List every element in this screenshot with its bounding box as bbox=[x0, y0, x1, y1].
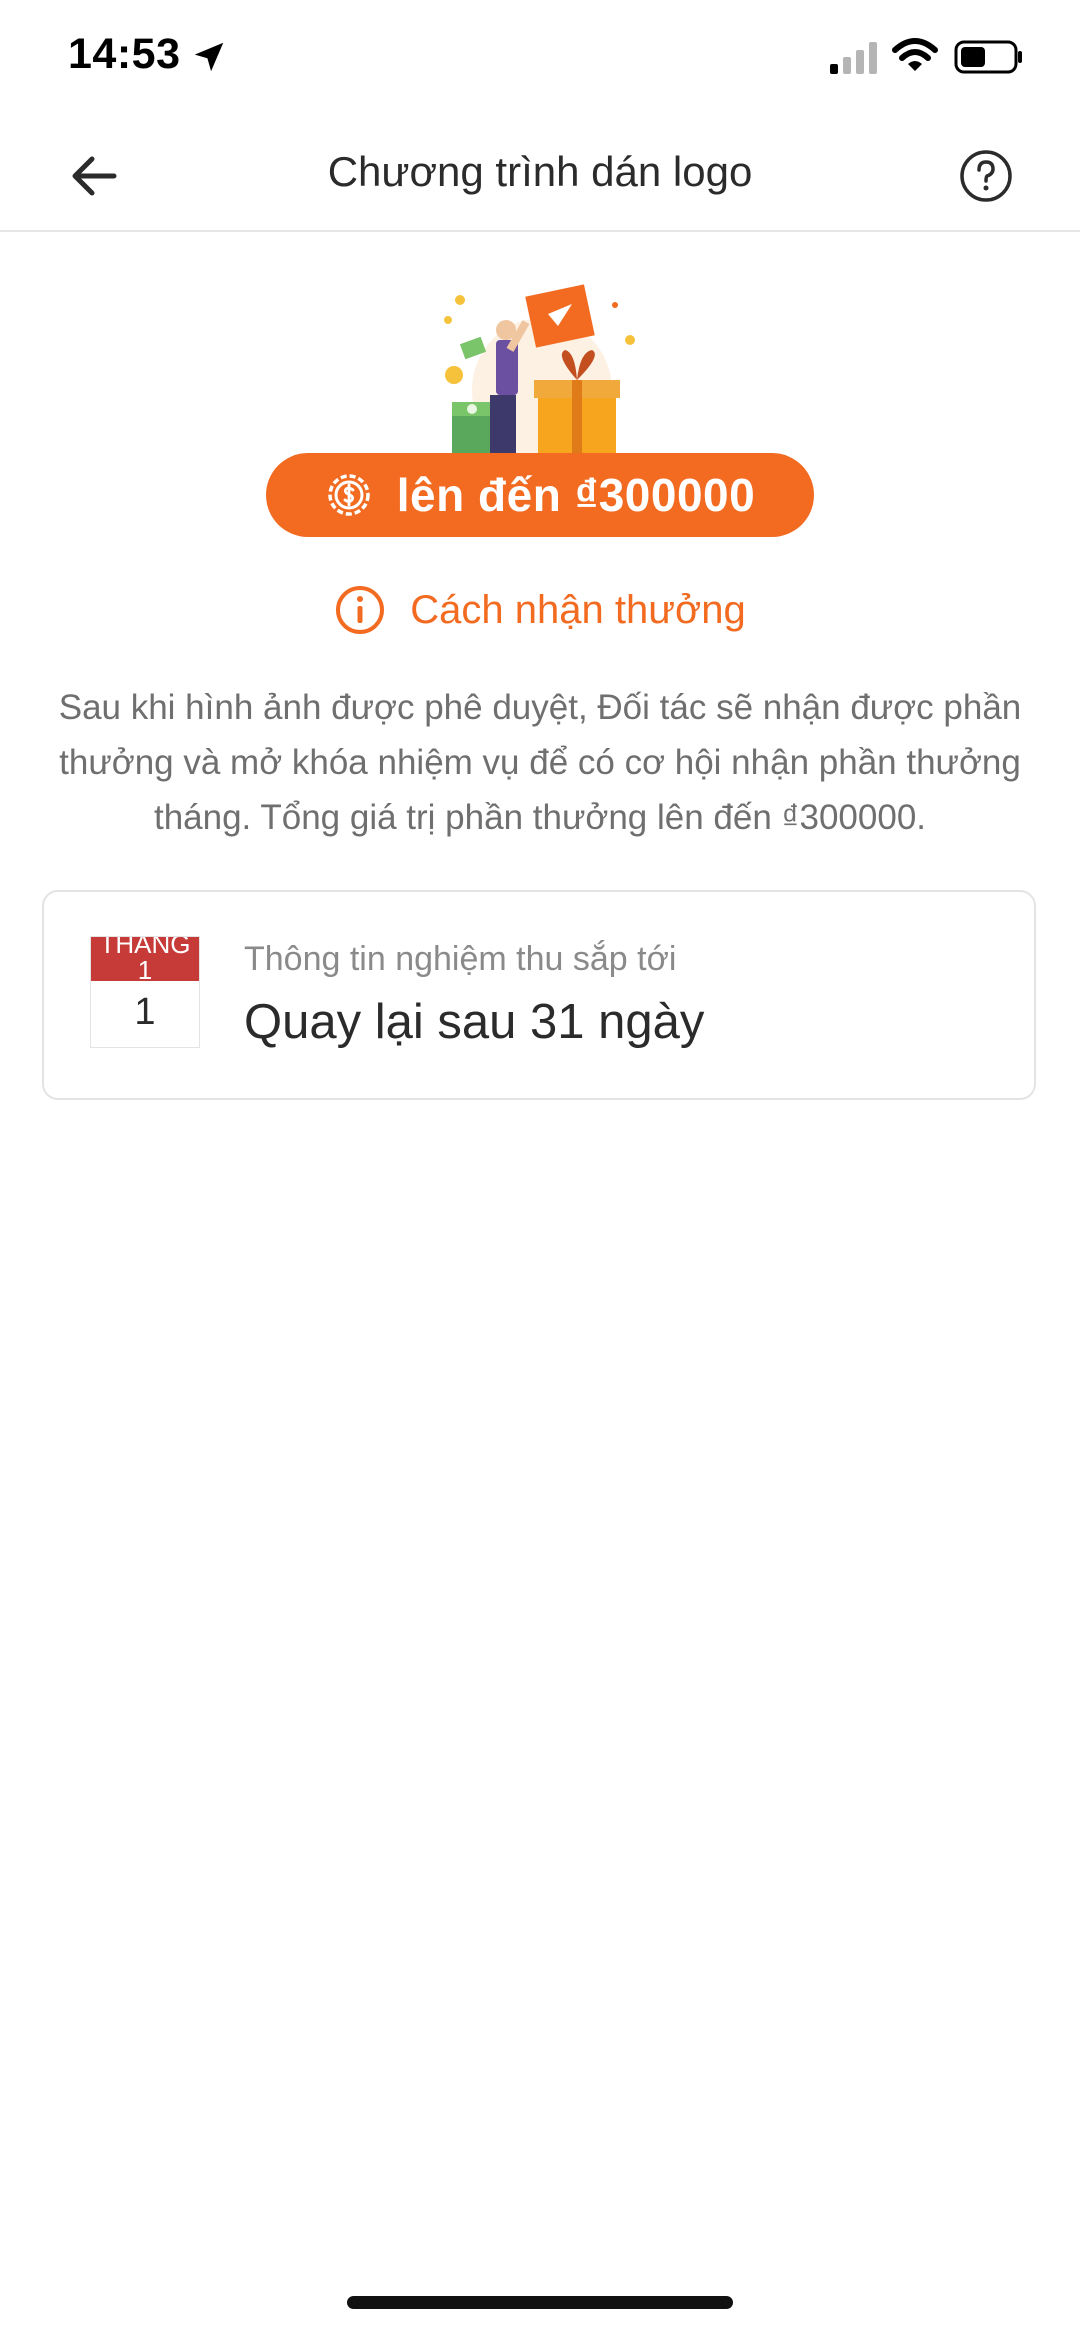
dollar-coin-icon bbox=[328, 474, 370, 516]
question-circle-icon[interactable] bbox=[956, 146, 1016, 206]
calendar-day: 1 bbox=[134, 991, 156, 1033]
back-button[interactable] bbox=[58, 144, 130, 208]
page-title: Chương trình dán logo bbox=[327, 148, 753, 195]
calendar-icon: THÁNG 1 1 bbox=[90, 936, 200, 1048]
location-arrow-icon bbox=[194, 42, 224, 72]
reward-illustration bbox=[444, 284, 635, 460]
app-header: Chương trình dán logo bbox=[0, 118, 1080, 232]
battery-icon bbox=[954, 40, 1022, 74]
info-circle-icon bbox=[336, 586, 385, 634]
program-description: Sau khi hình ảnh được phê duyệt, Đối tác… bbox=[58, 688, 1022, 837]
status-bar: 14:53 bbox=[0, 0, 1080, 118]
reward-amount-badge: lên đến ₫300000 bbox=[266, 453, 814, 537]
card-title: Quay lại sau 31 ngày bbox=[244, 995, 705, 1049]
home-indicator bbox=[347, 2296, 733, 2309]
calendar-month: THÁNG 1 bbox=[99, 937, 191, 981]
how-to-receive-reward-link[interactable]: Cách nhận thưởng bbox=[0, 580, 1080, 640]
wifi-icon bbox=[892, 38, 938, 71]
calendar-header: THÁNG 1 bbox=[91, 937, 199, 981]
status-time: 14:53 bbox=[68, 30, 181, 78]
next-acceptance-card: THÁNG 1 1 Thông tin nghiệm thu sắp tới Q… bbox=[42, 890, 1036, 1100]
reward-amount-text: lên đến ₫300000 bbox=[396, 469, 756, 521]
cellular-signal-icon bbox=[830, 42, 877, 74]
how-to-receive-reward-label: Cách nhận thưởng bbox=[410, 587, 746, 632]
card-subtitle: Thông tin nghiệm thu sắp tới bbox=[244, 940, 677, 978]
arrow-left-icon bbox=[72, 156, 117, 196]
